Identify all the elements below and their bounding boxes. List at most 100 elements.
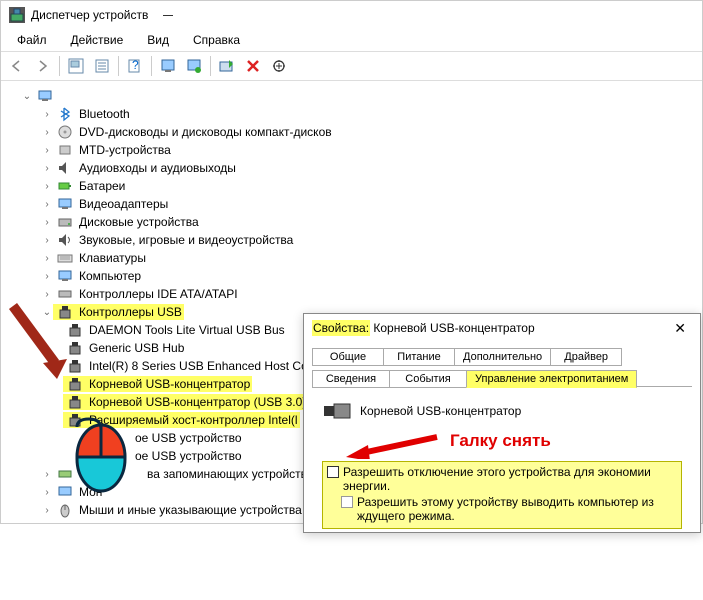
allow-turnoff-checkbox[interactable]	[327, 466, 339, 478]
enable-button[interactable]	[215, 54, 239, 78]
expand-icon[interactable]: ›	[41, 217, 53, 228]
tree-item[interactable]: Bluetooth	[77, 107, 132, 121]
menu-help[interactable]: Справка	[183, 31, 250, 49]
help-button[interactable]: ?	[123, 54, 147, 78]
usb-root-hub[interactable]: Корневой USB-концентратор	[87, 377, 252, 391]
expand-icon[interactable]: ›	[41, 271, 53, 282]
tab-power-management[interactable]: Управление электропитанием	[466, 370, 637, 388]
expand-icon[interactable]: ›	[41, 487, 53, 498]
expand-icon[interactable]: ›	[41, 199, 53, 210]
device-name: Корневой USB-концентратор	[360, 404, 521, 418]
minimize-button[interactable]	[148, 5, 188, 25]
properties-dialog: Свойства: Корневой USB-концентратор ✕ Об…	[303, 313, 701, 533]
menu-view[interactable]: Вид	[137, 31, 179, 49]
forward-button[interactable]	[31, 54, 55, 78]
usb-icon	[67, 394, 83, 410]
expand-icon[interactable]: ›	[41, 235, 53, 246]
expand-icon[interactable]: ›	[41, 127, 53, 138]
expand-icon[interactable]: ›	[41, 109, 53, 120]
expand-icon[interactable]: ›	[41, 145, 53, 156]
close-icon[interactable]: ✕	[668, 318, 692, 339]
bluetooth-icon	[57, 106, 73, 122]
expand-icon[interactable]: ›	[41, 289, 53, 300]
checkbox-label: Разрешить этому устройству выводить комп…	[357, 495, 677, 523]
mtd-icon	[57, 142, 73, 158]
expand-icon[interactable]: ›	[41, 163, 53, 174]
tabs-row1: Общие Питание Дополнительно Драйвер	[304, 342, 700, 365]
dvd-icon	[57, 124, 73, 140]
keyboard-icon	[57, 250, 73, 266]
tree-item[interactable]: Звуковые, игровые и видеоустройства	[77, 233, 295, 247]
back-button[interactable]	[5, 54, 29, 78]
mouse-icon	[57, 502, 73, 518]
toolbar-separator	[59, 56, 60, 76]
dialog-title-device: Корневой USB-концентратор	[373, 321, 534, 335]
ide-icon	[57, 286, 73, 302]
tab-events[interactable]: События	[389, 370, 467, 388]
svg-text:?: ?	[132, 58, 139, 72]
display-adapter-icon	[57, 196, 73, 212]
menubar: Файл Действие Вид Справка	[1, 29, 702, 51]
tree-item[interactable]: Клавиатуры	[77, 251, 148, 265]
tabs-row2: Сведения События Управление электропитан…	[304, 364, 700, 387]
expand-icon[interactable]: ›	[41, 253, 53, 264]
titlebar: Диспетчер устройств	[1, 1, 702, 29]
collapse-icon[interactable]: ⌄	[21, 91, 33, 102]
mouse-cursor-icon	[71, 417, 131, 493]
show-hide-button[interactable]	[64, 54, 88, 78]
tree-item[interactable]: Видеоадаптеры	[77, 197, 170, 211]
window-title: Диспетчер устройств	[31, 8, 148, 22]
dialog-titlebar: Свойства: Корневой USB-концентратор ✕	[304, 314, 700, 342]
usb-device-icon	[324, 401, 352, 421]
tree-item[interactable]: Аудиовходы и аудиовыходы	[77, 161, 238, 175]
tree-item[interactable]: Generic USB Hub	[87, 341, 186, 355]
annotation-text: Галку снять	[450, 431, 551, 451]
tree-item[interactable]: Intel(R) 8 Series USB Enhanced Host Con	[87, 359, 316, 373]
usb-icon	[67, 322, 83, 338]
allow-wake-checkbox[interactable]	[341, 496, 353, 508]
power-management-block: Разрешить отключение этого устройства дл…	[322, 461, 682, 529]
usb-controllers[interactable]: Контроллеры USB	[77, 305, 184, 319]
scan-hardware-button[interactable]	[267, 54, 291, 78]
expand-icon[interactable]: ›	[41, 181, 53, 192]
tree-item[interactable]: ое USB устройство	[133, 431, 244, 445]
usb-root-hub-3[interactable]: Корневой USB-концентратор (USB 3.0)	[87, 395, 308, 409]
tree-item[interactable]: Контроллеры IDE ATA/ATAPI	[77, 287, 240, 301]
tree-item[interactable]: Дисковые устройства	[77, 215, 201, 229]
tree-item[interactable]: MTD-устройства	[77, 143, 173, 157]
audio-io-icon	[57, 160, 73, 176]
update-driver-button[interactable]	[182, 54, 206, 78]
tree-item[interactable]: Компьютер	[77, 269, 143, 283]
device-manager-icon	[9, 7, 25, 23]
properties-button[interactable]	[90, 54, 114, 78]
expand-icon[interactable]: ›	[41, 469, 53, 480]
sound-icon	[57, 232, 73, 248]
annotation-arrow-icon	[342, 431, 442, 459]
disk-drive-icon	[57, 214, 73, 230]
scan-button[interactable]	[156, 54, 180, 78]
checkbox-label: Разрешить отключение этого устройства дл…	[343, 465, 677, 493]
uninstall-button[interactable]	[241, 54, 265, 78]
battery-icon	[57, 178, 73, 194]
usb-icon	[67, 358, 83, 374]
dialog-body: Корневой USB-концентратор Галку снять Ра…	[312, 386, 692, 535]
tree-item[interactable]: DAEMON Tools Lite Virtual USB Bus	[87, 323, 287, 337]
computer-icon	[57, 268, 73, 284]
tree-item[interactable]: ое USB устройство	[133, 449, 244, 463]
menu-file[interactable]: Файл	[7, 31, 57, 49]
tree-item[interactable]: Батареи	[77, 179, 127, 193]
tree-item[interactable]: DVD-дисководы и дисководы компакт-дисков	[77, 125, 334, 139]
dialog-title-prefix: Свойства:	[312, 320, 370, 336]
tree-item[interactable]: Мыши и иные указывающие устройства	[77, 503, 304, 517]
expand-icon[interactable]: ›	[41, 505, 53, 516]
menu-action[interactable]: Действие	[61, 31, 134, 49]
toolbar-separator	[118, 56, 119, 76]
usb-icon	[67, 376, 83, 392]
toolbar-separator	[151, 56, 152, 76]
toolbar-separator	[210, 56, 211, 76]
toolbar: ?	[1, 51, 702, 81]
computer-icon	[37, 88, 53, 104]
tab-details[interactable]: Сведения	[312, 370, 390, 388]
annotation-arrow-icon	[5, 301, 69, 379]
usb-icon	[67, 340, 83, 356]
